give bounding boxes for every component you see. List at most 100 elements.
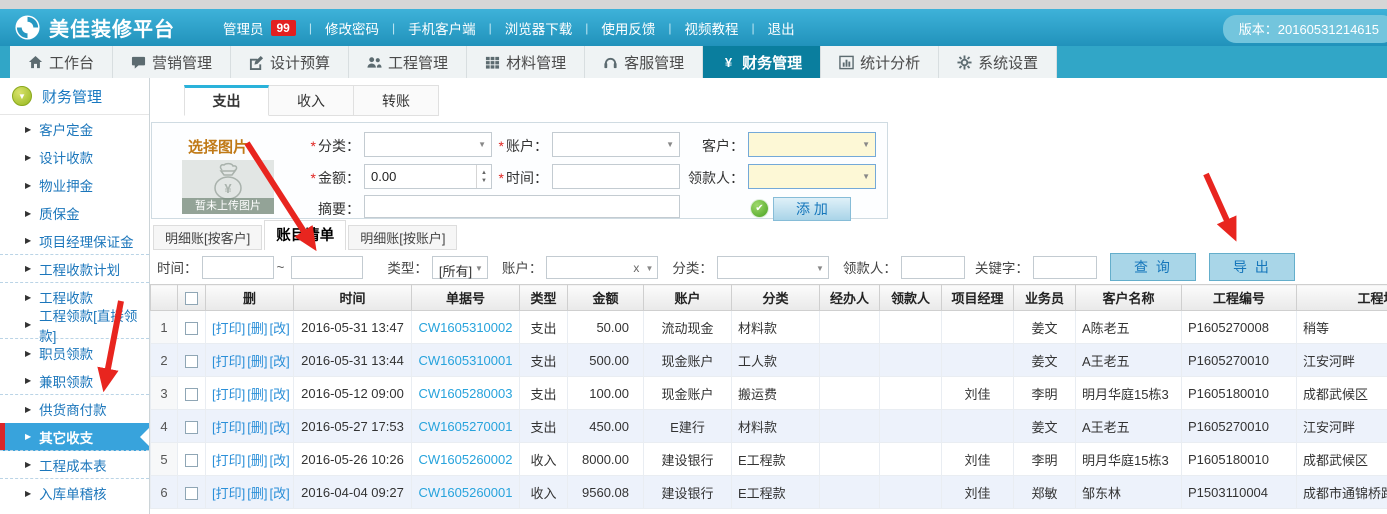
doc-no-link[interactable]: CW1605280003 xyxy=(419,386,513,401)
top-menu: 管理员 99 | 修改密码 | 手机客户端 | 浏览器下载 | 使用反馈 | 视… xyxy=(223,18,795,38)
tab-expense[interactable]: 支出 xyxy=(184,85,269,116)
nav-materials[interactable]: 材料管理 xyxy=(467,46,585,78)
nav-design-budget[interactable]: 设计预算 xyxy=(231,46,349,78)
clear-icon[interactable]: x xyxy=(633,261,639,275)
delete-link[interactable]: [删] xyxy=(247,453,267,468)
filter-type-select[interactable]: [所有]▼ xyxy=(432,256,488,279)
chat-icon xyxy=(131,55,146,70)
edit-link[interactable]: [改] xyxy=(269,420,289,435)
delete-link[interactable]: [删] xyxy=(247,486,267,501)
sidebar-item-pm-guarantee[interactable]: ▶项目经理保证金 xyxy=(0,227,149,255)
edit-link[interactable]: [改] xyxy=(269,486,289,501)
sidebar-item-parttime-withdraw[interactable]: ▶兼职领款 xyxy=(0,367,149,395)
nav-project[interactable]: 工程管理 xyxy=(349,46,467,78)
edit-link[interactable]: [改] xyxy=(269,387,289,402)
print-link[interactable]: [打印] xyxy=(212,387,245,402)
delete-link[interactable]: [删] xyxy=(247,354,267,369)
tab-income[interactable]: 收入 xyxy=(269,85,354,116)
delete-link[interactable]: [删] xyxy=(247,321,267,336)
subtab-detail-by-customer[interactable]: 明细账[按客户] xyxy=(153,225,262,250)
sidebar-item-warranty[interactable]: ▶质保金 xyxy=(0,199,149,227)
filter-payee-input[interactable] xyxy=(901,256,965,279)
delete-link[interactable]: [删] xyxy=(247,387,267,402)
cell-customer: A王老五 xyxy=(1076,344,1182,377)
cell-amount: 500.00 xyxy=(568,344,644,377)
top-menu-browser-download[interactable]: 浏览器下载 xyxy=(505,18,573,38)
sidebar-item-other-income-expense[interactable]: ▶其它收支 xyxy=(0,423,149,451)
notification-badge[interactable]: 99 xyxy=(271,20,296,36)
nav-label: 工程管理 xyxy=(388,52,448,73)
nav-settings[interactable]: 系统设置 xyxy=(939,46,1057,78)
filter-time-to-input[interactable] xyxy=(291,256,363,279)
delete-link[interactable]: [删] xyxy=(247,420,267,435)
print-link[interactable]: [打印] xyxy=(212,420,245,435)
nav-marketing[interactable]: 营销管理 xyxy=(113,46,231,78)
payee-select[interactable]: ▼ xyxy=(748,164,876,189)
cell-type: 收入 xyxy=(520,443,568,476)
nav-workbench[interactable]: 工作台 xyxy=(10,46,113,78)
add-button[interactable]: 添 加 xyxy=(773,197,851,221)
sidebar-item-property-deposit[interactable]: ▶物业押金 xyxy=(0,171,149,199)
sidebar-item-project-withdraw[interactable]: ▶工程领款[直接领款] xyxy=(0,311,149,339)
filter-account-combo[interactable]: x▼ xyxy=(546,256,658,279)
top-menu-change-password[interactable]: 修改密码 xyxy=(325,18,379,38)
nav-customer-service[interactable]: 客服管理 xyxy=(585,46,703,78)
triangle-right-icon: ▶ xyxy=(25,181,31,190)
top-menu-video-tutorial[interactable]: 视频教程 xyxy=(684,18,738,38)
nav-finance[interactable]: ¥ 财务管理 xyxy=(703,46,821,78)
search-button[interactable]: 查 询 xyxy=(1110,253,1196,281)
sidebar-item-supplier-payment[interactable]: ▶供货商付款 xyxy=(0,395,149,423)
row-checkbox[interactable] xyxy=(185,388,198,401)
export-button[interactable]: 导 出 xyxy=(1209,253,1295,281)
print-link[interactable]: [打印] xyxy=(212,321,245,336)
sidebar-item-payment-plan[interactable]: ▶工程收款计划 xyxy=(0,255,149,283)
select-all-checkbox[interactable] xyxy=(185,292,198,305)
subtab-account-list[interactable]: 账目清单 xyxy=(264,220,346,250)
sidebar-item-cost-table[interactable]: ▶工程成本表 xyxy=(0,451,149,479)
row-checkbox[interactable] xyxy=(185,421,198,434)
customer-select[interactable]: ▼ xyxy=(748,132,876,157)
subtab-detail-by-account[interactable]: 明细账[按账户] xyxy=(348,225,457,250)
top-menu-feedback[interactable]: 使用反馈 xyxy=(601,18,655,38)
top-menu-logout[interactable]: 退出 xyxy=(768,18,795,38)
row-checkbox[interactable] xyxy=(185,454,198,467)
summary-input[interactable] xyxy=(364,195,680,218)
row-checkbox[interactable] xyxy=(185,355,198,368)
sidebar-item-customer-deposit[interactable]: ▶客户定金 xyxy=(0,115,149,143)
doc-no-link[interactable]: CW1605270001 xyxy=(419,419,513,434)
edit-link[interactable]: [改] xyxy=(269,453,289,468)
print-link[interactable]: [打印] xyxy=(212,453,245,468)
tab-transfer[interactable]: 转账 xyxy=(354,85,439,116)
sidebar-title: 财务管理 xyxy=(42,86,102,107)
cell-amount: 50.00 xyxy=(568,311,644,344)
doc-no-link[interactable]: CW1605260001 xyxy=(419,485,513,500)
cell-category: E工程款 xyxy=(732,476,820,509)
cell-salesperson: 姜文 xyxy=(1014,410,1076,443)
sidebar-item-design-payment[interactable]: ▶设计收款 xyxy=(0,143,149,171)
filter-keyword-input[interactable] xyxy=(1033,256,1097,279)
required-mark: * xyxy=(499,138,504,154)
sidebar-header[interactable]: ▼ 财务管理 xyxy=(0,78,149,115)
print-link[interactable]: [打印] xyxy=(212,486,245,501)
filter-time-label: 时间： xyxy=(157,257,198,277)
sidebar-item-staff-withdraw[interactable]: ▶职员领款 xyxy=(0,339,149,367)
top-menu-admin[interactable]: 管理员 xyxy=(223,18,264,38)
sidebar-item-warehouse-audit[interactable]: ▶入库单稽核 xyxy=(0,479,149,507)
edit-link[interactable]: [改] xyxy=(269,321,289,336)
filter-time-from-input[interactable] xyxy=(202,256,274,279)
ledger-subtabs: 明细账[按客户] 账目清单 明细账[按账户] xyxy=(153,220,459,250)
nav-statistics[interactable]: 统计分析 xyxy=(821,46,939,78)
row-checkbox[interactable] xyxy=(185,487,198,500)
row-checkbox[interactable] xyxy=(185,322,198,335)
cell-project-manager xyxy=(942,311,1014,344)
image-placeholder[interactable]: ¥ 暂未上传图片 xyxy=(182,160,274,214)
pick-image-label[interactable]: 选择图片 xyxy=(188,136,248,157)
filter-category-select[interactable]: ▼ xyxy=(717,256,829,279)
top-menu-mobile-client[interactable]: 手机客户端 xyxy=(408,18,476,38)
doc-no-link[interactable]: CW1605260002 xyxy=(419,452,513,467)
edit-link[interactable]: [改] xyxy=(269,354,289,369)
print-link[interactable]: [打印] xyxy=(212,354,245,369)
doc-no-link[interactable]: CW1605310001 xyxy=(419,353,513,368)
doc-no-link[interactable]: CW1605310002 xyxy=(419,320,513,335)
cell-payee xyxy=(880,344,942,377)
